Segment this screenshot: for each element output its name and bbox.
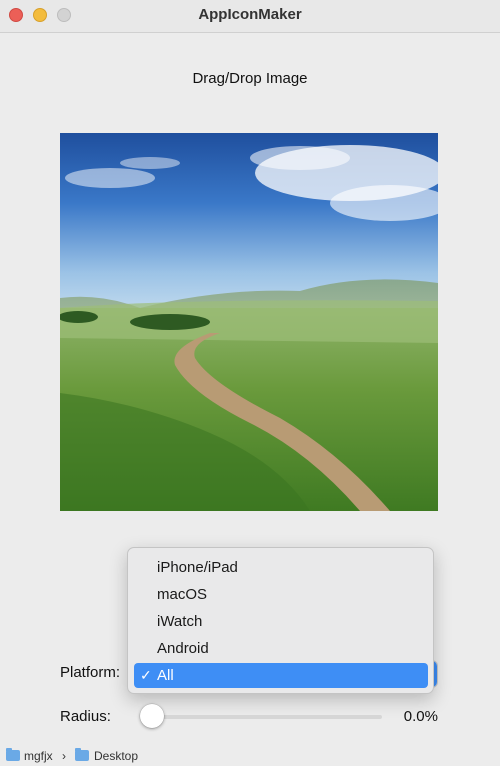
menu-item-all[interactable]: ✓ All xyxy=(134,663,428,688)
window-title: AppIconMaker xyxy=(198,6,302,23)
landscape-image xyxy=(60,133,438,511)
menu-item-label: iPhone/iPad xyxy=(157,559,238,576)
radius-label: Radius: xyxy=(60,708,111,725)
radius-value: 0.0% xyxy=(403,708,438,725)
menu-item-label: All xyxy=(157,667,174,684)
folder-icon xyxy=(6,748,20,761)
path-separator-icon: › xyxy=(62,749,66,763)
platform-menu: iPhone/iPad macOS iWatch Android ✓ All xyxy=(127,547,434,694)
drop-instruction-label: Drag/Drop Image xyxy=(192,70,308,87)
menu-item-macos[interactable]: macOS xyxy=(134,582,428,607)
menu-item-iwatch[interactable]: iWatch xyxy=(134,609,428,634)
app-window: AppIconMaker Drag/Drop Image Platform: i… xyxy=(0,0,500,766)
menu-item-android[interactable]: Android xyxy=(134,636,428,661)
checkmark-icon: ✓ xyxy=(140,667,152,683)
radius-slider-knob[interactable] xyxy=(140,704,164,728)
menu-item-label: iWatch xyxy=(157,613,203,630)
menu-item-label: Android xyxy=(157,640,209,657)
folder-icon xyxy=(75,748,89,761)
title-bar: AppIconMaker xyxy=(0,0,500,33)
image-drop-well[interactable] xyxy=(60,133,438,511)
menu-item-label: macOS xyxy=(157,586,208,603)
menu-item-iphone-ipad[interactable]: iPhone/iPad xyxy=(134,555,428,580)
path-item-user[interactable]: mgfjx xyxy=(24,749,53,763)
path-item-desktop[interactable]: Desktop xyxy=(94,749,138,763)
radius-slider-track[interactable] xyxy=(150,715,382,719)
platform-label: Platform: xyxy=(60,664,121,681)
path-bar: mgfjx › Desktop xyxy=(0,746,500,766)
